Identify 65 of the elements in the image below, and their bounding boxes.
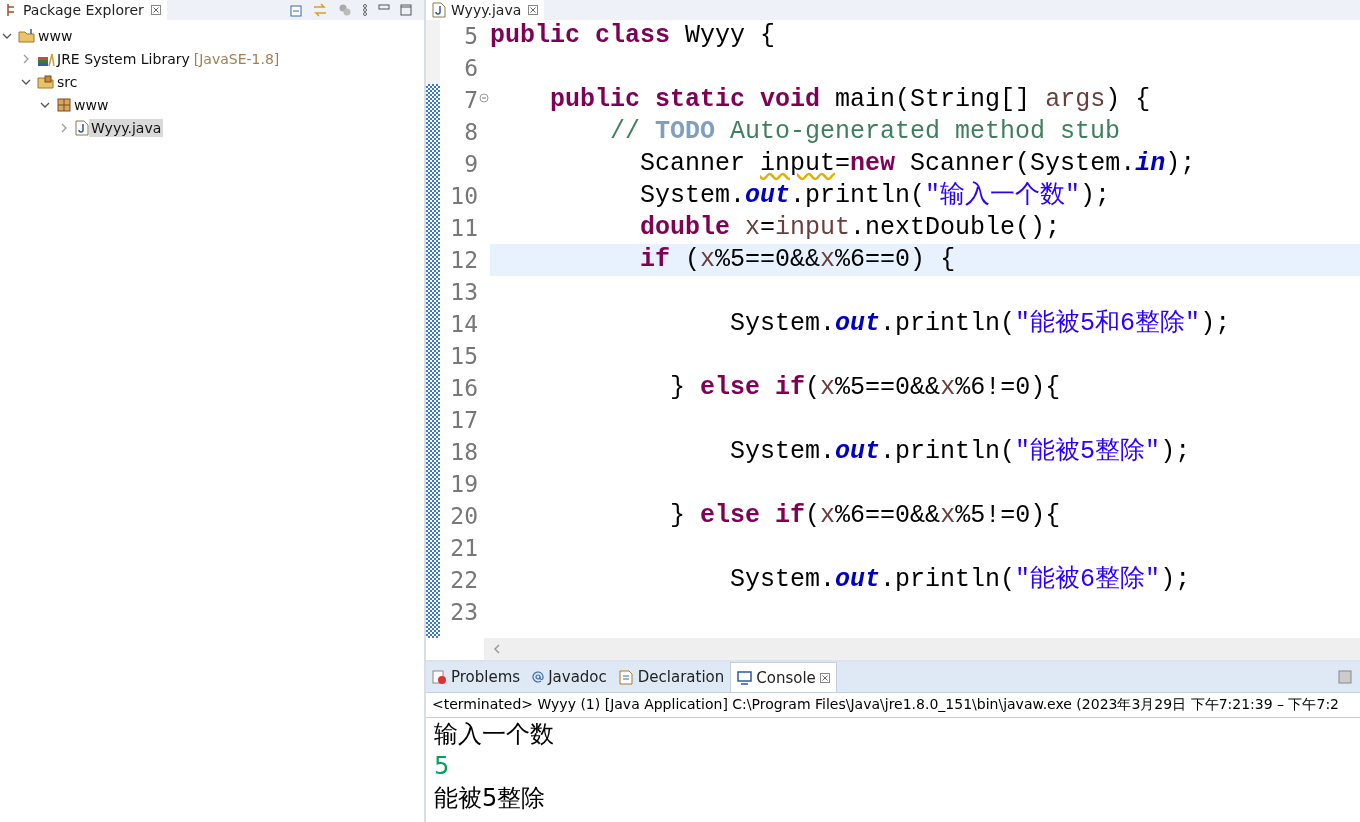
code-line: } else if(x%5==0&&x%6!=0){ <box>669 372 1062 404</box>
code-line: System.out.println("能被6整除"); <box>729 564 1192 596</box>
code-line: double x=input.nextDouble(); <box>639 212 1062 244</box>
tree-item[interactable]: JRE System Library [JavaSE-1.8] <box>55 49 282 68</box>
line-number: 17 <box>449 406 479 435</box>
close-icon[interactable] <box>150 5 161 15</box>
view-tab[interactable]: Console <box>730 662 837 692</box>
code-line: public static void main(String[] args) { <box>549 84 1152 116</box>
view-menu-icon[interactable] <box>362 3 368 17</box>
maximize-icon[interactable] <box>400 4 412 16</box>
tree-item[interactable]: src <box>55 72 80 91</box>
line-number: 19 <box>449 470 479 499</box>
java-file-icon <box>75 119 89 136</box>
view-tab[interactable]: Package Explorer <box>0 0 167 20</box>
line-number: 15 <box>449 342 479 371</box>
fold-icon[interactable] <box>479 93 489 103</box>
horizontal-scrollbar[interactable] <box>484 638 1360 660</box>
package-icon <box>56 96 72 113</box>
console-input-text: 5 <box>433 751 451 782</box>
at-sign-icon <box>532 671 545 683</box>
source-folder-icon <box>37 73 55 90</box>
project-folder-icon <box>18 27 36 44</box>
code-line: } else if(x%6==0&&x%5!=0){ <box>669 500 1062 532</box>
line-number: 21 <box>449 534 479 563</box>
line-number: 7 <box>440 84 490 116</box>
tree-item[interactable]: Wyyy.java <box>89 118 164 137</box>
line-number: 14 <box>449 310 479 339</box>
view-tab[interactable]: Javadoc <box>526 662 613 692</box>
view-tab[interactable]: Problems <box>426 662 527 692</box>
line-number: 23 <box>449 598 479 627</box>
code-line: System.out.println("能被5和6整除"); <box>729 308 1232 340</box>
chevron-left-icon[interactable] <box>492 643 502 655</box>
view-tab[interactable]: Declaration <box>612 662 731 692</box>
editor-tab[interactable]: Wyyy.java <box>426 0 545 20</box>
line-number: 9 <box>463 150 479 179</box>
tree-item[interactable]: www <box>72 95 111 114</box>
line-number: 20 <box>449 502 479 531</box>
code-line: // TODO Auto-generated method stub <box>609 116 1122 148</box>
close-icon[interactable] <box>528 5 539 15</box>
tree-item[interactable]: www <box>36 26 75 45</box>
line-number: 18 <box>449 438 479 467</box>
console-output-text: 能被5整除 <box>433 783 547 814</box>
line-number: 13 <box>449 278 479 307</box>
collapse-all-icon[interactable] <box>288 3 302 17</box>
filter-icon[interactable] <box>338 3 352 17</box>
code-line: Scanner input=new Scanner(System.in); <box>639 148 1197 180</box>
console-output-text: 输入一个数 <box>433 719 555 750</box>
code-line: System.out.println("能被5整除"); <box>729 436 1192 468</box>
line-number: 5 <box>463 22 479 51</box>
line-number: 12 <box>449 246 479 275</box>
code-line: System.out.println("输入一个数"); <box>639 180 1112 212</box>
line-number: 6 <box>463 54 479 83</box>
line-number: 16 <box>449 374 479 403</box>
close-icon[interactable] <box>819 672 830 683</box>
line-number: 8 <box>463 118 479 147</box>
code-line: public class Wyyy { <box>490 20 777 52</box>
java-file-icon <box>432 2 446 18</box>
declaration-icon <box>618 669 634 685</box>
console-status: <terminated> Wyyy (1) [Java Application] C:\Program Files\Java\jre1.8.0_151\bin\javaw.exe (2023年3月29日 下午7:21:39 – 下午7:2 <box>426 693 1360 718</box>
console-icon <box>737 670 753 685</box>
link-arrows-icon[interactable] <box>312 3 328 17</box>
line-number: 22 <box>449 566 479 595</box>
line-number: 11 <box>449 214 479 243</box>
problems-icon <box>432 669 447 685</box>
line-number: 10 <box>449 182 479 211</box>
